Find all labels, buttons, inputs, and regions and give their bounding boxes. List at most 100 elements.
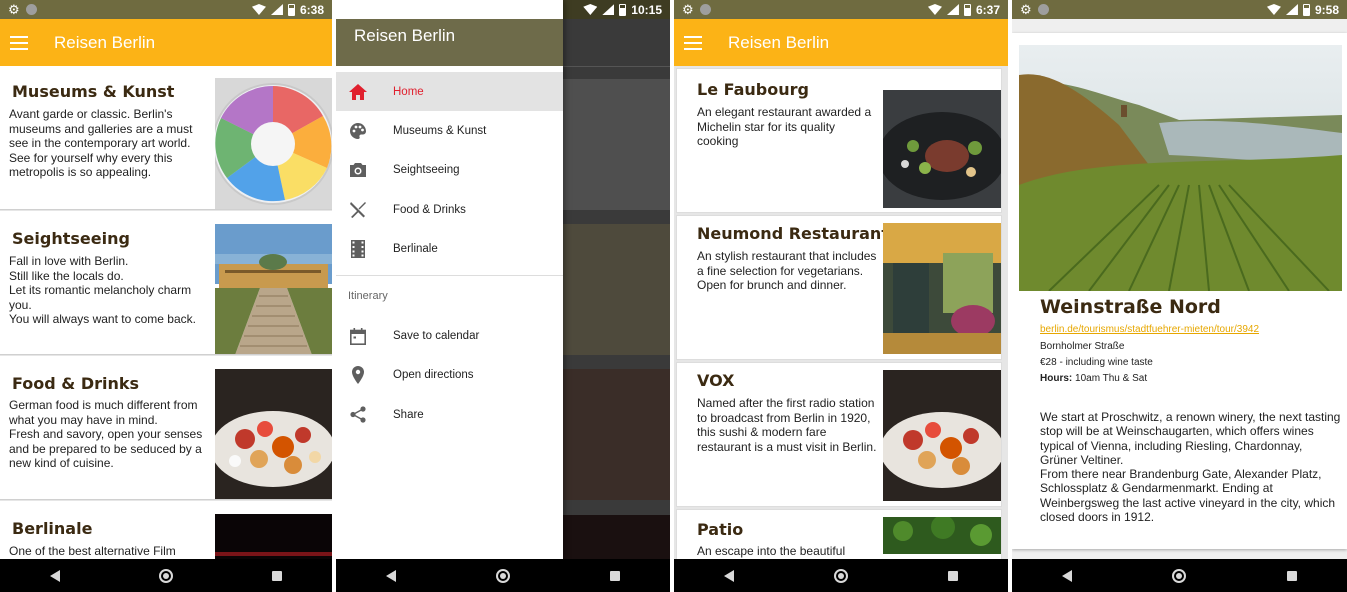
- food-plate-image: [215, 369, 332, 499]
- home-button-icon[interactable]: [158, 568, 173, 583]
- card-description: German food is much different from what …: [9, 398, 203, 470]
- screen-restaurants: ⚙ 6:37 Reisen Berlin Le Faubourg An eleg…: [674, 0, 1008, 592]
- system-nav-bar: [336, 559, 670, 592]
- drawer-item-label: Berlinale: [393, 242, 438, 255]
- system-nav-bar: [1012, 559, 1347, 592]
- wifi-icon: [251, 4, 266, 15]
- category-list[interactable]: Museums & Kunst Avant garde or classic. …: [0, 66, 332, 559]
- card-description: An stylish restaurant that includes a fi…: [697, 249, 877, 292]
- recents-icon[interactable]: [1286, 570, 1297, 581]
- battery-icon: [963, 3, 971, 16]
- system-nav-bar: [674, 559, 1008, 592]
- card-title: Berlinale: [12, 519, 93, 538]
- tour-description: We start at Proschwitz, a renown winery,…: [1040, 410, 1341, 525]
- drawer-item-label: Home: [393, 85, 424, 98]
- app-title: Reisen Berlin: [728, 32, 830, 52]
- hamburger-menu-icon[interactable]: [10, 35, 28, 50]
- wifi-icon: [1266, 4, 1281, 15]
- vineyard-image: [1019, 45, 1342, 291]
- status-bar: ⚙ 6:38: [0, 0, 332, 19]
- drawer-action-directions[interactable]: Open directions: [336, 356, 563, 395]
- tour-hours: Hours: 10am Thu & Sat: [1040, 373, 1147, 384]
- app-bar: Reisen Berlin: [674, 19, 1008, 66]
- dish-plate-image: [883, 90, 1001, 208]
- drawer-header: Reisen Berlin: [336, 19, 563, 66]
- battery-icon: [287, 3, 295, 16]
- clock: 6:38: [299, 2, 324, 17]
- drawer-action-calendar[interactable]: Save to calendar: [336, 316, 563, 355]
- drawer-item-food[interactable]: Food & Drinks: [336, 190, 563, 229]
- card-title: Neumond Restaurant: [697, 224, 889, 243]
- back-icon[interactable]: [724, 569, 734, 582]
- wifi-icon: [927, 4, 942, 15]
- notification-icon: [699, 4, 711, 15]
- card-description: An elegant restaurant awarded a Michelin…: [697, 105, 872, 148]
- card-title: Food & Drinks: [12, 374, 140, 393]
- category-card-berlinale[interactable]: Berlinale One of the best alternative Fi…: [0, 501, 332, 559]
- card-description: Fall in love with Berlin. Still like the…: [9, 254, 196, 326]
- recents-icon[interactable]: [272, 570, 283, 581]
- recents-icon[interactable]: [948, 570, 958, 581]
- screen-categories: ⚙ 6:38 Reisen Berlin Museums & Kunst Ava…: [0, 0, 332, 592]
- back-icon[interactable]: [49, 569, 60, 582]
- home-button-icon[interactable]: [834, 568, 848, 583]
- recents-icon[interactable]: [610, 570, 620, 581]
- card-title: Le Faubourg: [697, 80, 809, 99]
- tour-link[interactable]: berlin.de/tourismus/stadtfuehrer-mieten/…: [1040, 324, 1259, 335]
- restaurant-card[interactable]: VOX Named after the first radio station …: [676, 362, 1002, 507]
- tour-address: Bornholmer Straße: [1040, 341, 1125, 352]
- hamburger-menu-icon[interactable]: [684, 35, 702, 50]
- restaurant-card[interactable]: Patio An escape into the beautiful: [676, 509, 1002, 559]
- clock: 9:58: [1314, 2, 1339, 17]
- section-header-itinerary: Itinerary: [348, 290, 388, 303]
- wifi-icon: [583, 4, 598, 15]
- drawer-item-label: Food & Drinks: [393, 203, 466, 216]
- screen-tour-detail: ⚙ 9:58 Weinstraße Nord berlin.de/tourism…: [1012, 0, 1347, 592]
- home-button-icon[interactable]: [496, 568, 510, 583]
- camera-icon: [348, 160, 368, 180]
- card-description: Named after the first radio station to b…: [697, 396, 877, 454]
- notification-icon: [25, 4, 37, 15]
- navigation-drawer: Reisen Berlin Home Museums & Kunst Seigh…: [336, 0, 563, 559]
- back-icon[interactable]: [1062, 569, 1073, 582]
- utensils-icon: [348, 200, 368, 220]
- drawer-item-berlinale[interactable]: Berlinale: [336, 229, 563, 268]
- location-pin-icon: [348, 365, 368, 385]
- screen-drawer: ⚙ 10:15 Reisen Berlin Home Museums & Kun…: [336, 0, 670, 592]
- clock: 6:37: [975, 2, 1000, 17]
- back-icon[interactable]: [386, 569, 396, 582]
- clock: 10:15: [631, 2, 662, 17]
- signal-icon: [946, 4, 959, 15]
- system-nav-bar: [0, 559, 332, 592]
- drawer-action-share[interactable]: Share: [336, 395, 563, 434]
- card-description: One of the best alternative Film: [9, 544, 176, 558]
- detail-card: Weinstraße Nord berlin.de/tourismus/stad…: [1012, 33, 1347, 549]
- category-card-food[interactable]: Food & Drinks German food is much differ…: [0, 356, 332, 500]
- restaurant-card[interactable]: Neumond Restaurant An stylish restaurant…: [676, 215, 1002, 360]
- tour-title: Weinstraße Nord: [1040, 296, 1221, 318]
- category-card-museums[interactable]: Museums & Kunst Avant garde or classic. …: [0, 66, 332, 210]
- status-bar: ⚙ 9:58: [1012, 0, 1347, 19]
- drawer-item-home[interactable]: Home: [336, 72, 563, 112]
- app-title: Reisen Berlin: [54, 32, 156, 52]
- drawer-item-label: Open directions: [393, 369, 474, 382]
- card-description: Avant garde or classic. Berlin's museums…: [9, 107, 193, 179]
- home-button-icon[interactable]: [1172, 568, 1187, 583]
- category-card-sightseeing[interactable]: Seightseeing Fall in love with Berlin. S…: [0, 211, 332, 355]
- drawer-item-label: Seightseeing: [393, 164, 460, 177]
- dimmed-content[interactable]: [563, 19, 670, 559]
- green-patio-image: [883, 517, 1001, 554]
- signal-icon: [1285, 4, 1298, 15]
- drawer-item-label: Save to calendar: [393, 330, 480, 343]
- calendar-icon: [348, 326, 368, 346]
- palace-stairs-image: [215, 224, 332, 354]
- restaurant-list[interactable]: Le Faubourg An elegant restaurant awarde…: [674, 66, 1008, 559]
- food-plate-image: [883, 370, 1001, 501]
- drawer-item-museums[interactable]: Museums & Kunst: [336, 111, 563, 150]
- drawer-item-sightseeing[interactable]: Seightseeing: [336, 151, 563, 190]
- restaurant-card[interactable]: Le Faubourg An elegant restaurant awarde…: [676, 68, 1002, 213]
- settings-icon: ⚙: [8, 2, 20, 17]
- tour-price: €28 - including wine taste: [1040, 357, 1153, 368]
- card-title: Museums & Kunst: [12, 82, 175, 101]
- status-bar: ⚙ 6:37: [674, 0, 1008, 19]
